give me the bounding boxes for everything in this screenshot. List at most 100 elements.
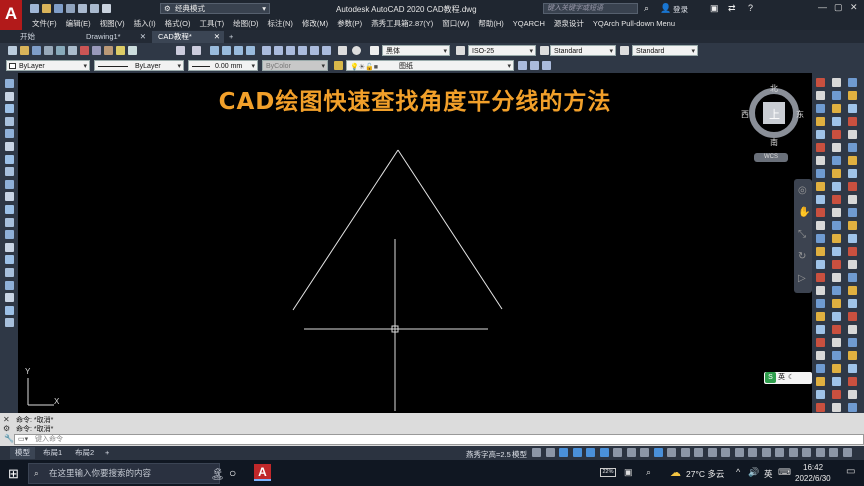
modify-tool-icon[interactable] [848,117,857,126]
status-toggle-icon[interactable] [559,448,568,457]
menu-item[interactable]: 窗口(W) [442,17,469,30]
status-toggle-icon[interactable] [734,448,744,457]
modify-tool-icon[interactable] [816,403,825,412]
color-select[interactable]: ByLayer [6,60,90,72]
modify-tool-icon[interactable] [848,312,857,321]
menu-item[interactable]: 文件(F) [32,17,57,30]
modify-tool-icon[interactable] [816,338,825,347]
new-icon[interactable] [8,46,17,55]
status-toggle-icon[interactable] [815,448,825,457]
modify-tool-icon[interactable] [816,104,825,113]
menu-item[interactable]: YQArch Pull-down Menu [593,17,675,30]
tab-model[interactable]: 模型 [10,447,35,459]
modify-tool-icon[interactable] [816,143,825,152]
modify-tool-icon[interactable] [816,377,825,386]
clock-date[interactable]: 2022/6/30 [795,474,831,483]
ellipse-icon[interactable] [5,192,14,202]
modify-tool-icon[interactable] [832,195,841,204]
modify-tool-icon[interactable] [832,117,841,126]
modify-tool-icon[interactable] [816,273,825,282]
orbit-icon[interactable]: ↻ [798,251,806,262]
modify-tool-icon[interactable] [832,338,841,347]
modify-tool-icon[interactable] [816,234,825,243]
modify-tool-icon[interactable] [848,143,857,152]
status-toggle-icon[interactable] [653,448,663,457]
linetype-select[interactable]: ByLayer [94,60,184,72]
exchange-icon[interactable]: ⇄ [728,3,736,14]
modify-tool-icon[interactable] [832,390,841,399]
modify-tool-icon[interactable] [848,182,857,191]
zoom-icon[interactable]: ⤡ [798,229,806,240]
construction-line-icon[interactable] [5,91,14,101]
modify-tool-icon[interactable] [848,247,857,256]
autocad-taskbar-icon[interactable]: A [254,464,271,481]
menu-item[interactable]: 格式(O) [165,17,191,30]
text-style-select[interactable]: Standard [550,45,616,57]
wrench-icon[interactable]: 🔧 [4,434,14,443]
modify-tool-icon[interactable] [832,273,841,282]
modify-tool-icon[interactable] [832,364,841,373]
tab-layout2[interactable]: 布局2 [70,447,99,459]
plot-icon[interactable] [44,46,53,55]
ime-mode-label[interactable]: 英 [778,374,785,381]
circle-icon[interactable] [5,154,14,164]
settings-icon[interactable]: ⚙ [3,424,10,433]
menu-item[interactable]: 插入(I) [134,17,156,30]
tab-cad-tutorial[interactable]: CAD教程* ✕ [152,31,224,43]
modify-tool-icon[interactable] [848,286,857,295]
modify-tool-icon[interactable] [816,325,825,334]
status-toggle-icon[interactable] [707,448,717,457]
spline-icon[interactable] [5,179,14,189]
viewcube-top-face[interactable]: 上 [769,106,780,122]
wcs-menu[interactable]: WCS [754,153,788,162]
menu-item[interactable]: 修改(M) [302,17,328,30]
modify-tool-icon[interactable] [816,351,825,360]
viewcube[interactable]: 北 西 东 南 上 WCS [741,83,804,163]
sheet-set-icon[interactable] [298,46,307,55]
modify-tool-icon[interactable] [816,182,825,191]
open-icon[interactable] [42,4,51,13]
lineweight-select[interactable]: 0.00 mm [188,60,258,72]
layer-select[interactable]: 💡☀🔓■ 图纸 [346,60,514,72]
zoom-window-icon[interactable] [234,46,243,55]
clipboard-icon[interactable]: ▣ [624,467,633,478]
menu-item[interactable]: 帮助(H) [478,17,503,30]
dim-style-select[interactable]: ISO-25 [468,45,536,57]
new-icon[interactable] [30,4,39,13]
status-toggle-icon[interactable] [532,448,541,457]
status-toggle-icon[interactable] [599,448,609,457]
modify-tool-icon[interactable] [816,169,825,178]
status-toggle-icon[interactable] [640,448,649,457]
add-selected-icon[interactable] [5,318,14,328]
layer-states-icon[interactable] [542,61,551,70]
modify-tool-icon[interactable] [832,208,841,217]
copy-icon[interactable] [92,46,101,55]
modify-tool-icon[interactable] [816,299,825,308]
modify-tool-icon[interactable] [816,260,825,269]
add-layout-button[interactable]: + [100,447,114,459]
status-toggle-icon[interactable] [680,448,690,457]
font-select[interactable]: 黑体 [382,45,450,57]
modify-tool-icon[interactable] [832,247,841,256]
modify-tool-icon[interactable] [848,299,857,308]
plotstyle-select[interactable]: ByColor [262,60,328,72]
help-icon[interactable] [352,46,361,55]
design-center-icon[interactable] [274,46,283,55]
modify-tool-icon[interactable] [848,130,857,139]
status-toggle-icon[interactable] [721,448,730,457]
modify-tool-icon[interactable] [816,195,825,204]
modify-tool-icon[interactable] [832,221,841,230]
multileader-style-icon[interactable] [620,46,629,55]
status-toggle-icon[interactable] [802,448,811,457]
modify-tool-icon[interactable] [832,312,841,321]
menu-item[interactable]: 编辑(E) [66,17,91,30]
modify-tool-icon[interactable] [832,91,841,100]
modify-tool-icon[interactable] [832,377,841,386]
task-view-icon[interactable]: ○ [229,466,236,480]
modify-tool-icon[interactable] [832,182,841,191]
ime-settings-icon[interactable]: ⌨ [778,467,791,478]
status-toggle-icon[interactable] [761,448,771,457]
calculator-icon[interactable] [338,46,347,55]
modify-tool-icon[interactable] [848,338,857,347]
properties-icon[interactable] [262,46,271,55]
